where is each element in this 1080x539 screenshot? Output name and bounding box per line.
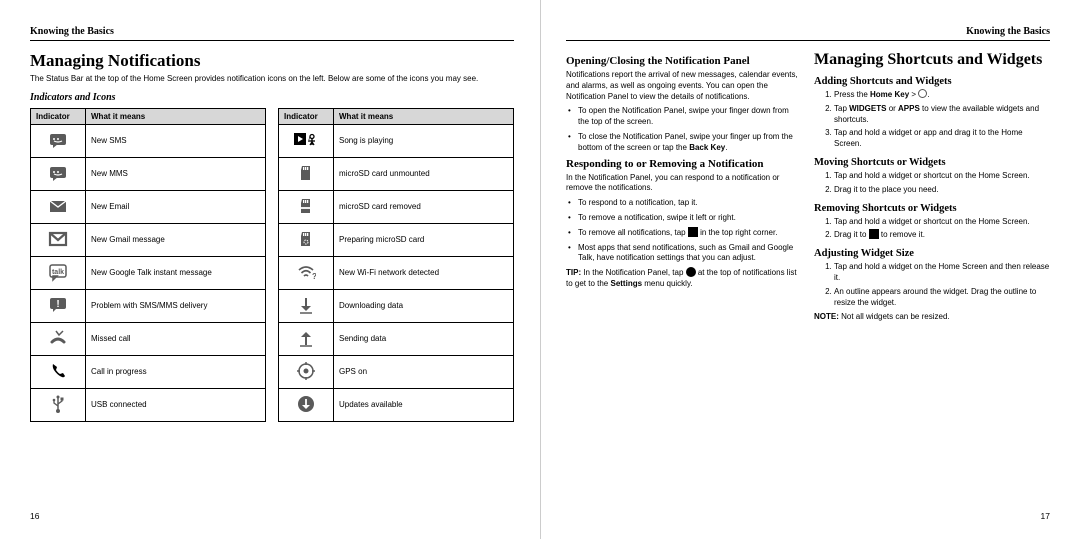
cell: New Google Talk instant message	[86, 257, 266, 290]
sms-icon	[48, 130, 68, 150]
clear-all-icon	[688, 227, 698, 237]
heading-widget-size: Adjusting Widget Size	[814, 248, 1050, 259]
indicator-table-2: Indicator What it means Song is playing …	[278, 108, 514, 422]
cell: Missed call	[86, 323, 266, 356]
indicator-table-1: Indicator What it means New SMS New MMS …	[30, 108, 266, 422]
cell: New SMS	[86, 125, 266, 158]
cell: New Gmail message	[86, 224, 266, 257]
running-head-right: Knowing the Basics	[566, 26, 1050, 41]
steps-adding: Press the Home Key > . Tap WIDGETS or AP…	[814, 90, 1050, 150]
steps-removing: Tap and hold a widget or shortcut on the…	[814, 217, 1050, 242]
trash-target-icon	[869, 229, 879, 239]
talk-icon	[48, 262, 68, 282]
settings-shortcut-icon	[686, 267, 696, 277]
problem-sms-icon	[48, 295, 68, 315]
page-number-17: 17	[1041, 511, 1050, 521]
mms-icon	[48, 163, 68, 183]
step: Tap and hold a widget or shortcut on the…	[834, 171, 1050, 182]
th-meaning: What it means	[86, 109, 266, 125]
list-item: To remove a notification, swipe it left …	[578, 213, 802, 224]
email-icon	[48, 196, 68, 216]
list-resp: To respond to a notification, tap it. To…	[566, 198, 802, 264]
cell: New Email	[86, 191, 266, 224]
th-indicator: Indicator	[31, 109, 86, 125]
list-item: Most apps that send notifications, such …	[578, 243, 802, 265]
call-icon	[48, 361, 68, 381]
page-16: Knowing the Basics Managing Notification…	[0, 0, 540, 539]
heading-adding: Adding Shortcuts and Widgets	[814, 76, 1050, 87]
upload-icon	[296, 328, 316, 348]
heading-responding: Responding to or Removing a Notification	[566, 158, 802, 170]
usb-icon	[48, 394, 68, 414]
gps-icon	[296, 361, 316, 381]
list-item: To remove all notifications, tap in the …	[578, 228, 802, 239]
heading-moving: Moving Shortcuts or Widgets	[814, 157, 1050, 168]
step: Drag it to the place you need.	[834, 185, 1050, 196]
cell: Sending data	[334, 323, 514, 356]
sd-prep-icon	[296, 229, 316, 249]
running-head-left: Knowing the Basics	[30, 26, 514, 41]
play-icon	[294, 130, 318, 150]
sd-removed-icon	[296, 196, 316, 216]
cell: Downloading data	[334, 290, 514, 323]
note-paragraph: NOTE: Not all widgets can be resized.	[814, 312, 1050, 323]
steps-moving: Tap and hold a widget or shortcut on the…	[814, 171, 1050, 196]
step: Tap and hold a widget or shortcut on the…	[834, 217, 1050, 228]
cell: microSD card unmounted	[334, 158, 514, 191]
step: Tap and hold a widget or app and drag it…	[834, 128, 1050, 150]
cell: Updates available	[334, 389, 514, 422]
update-icon	[296, 394, 316, 414]
step: Tap WIDGETS or APPS to view the availabl…	[834, 104, 1050, 126]
list-item: To respond to a notification, tap it.	[578, 198, 802, 209]
cell: New Wi-Fi network detected	[334, 257, 514, 290]
step: Press the Home Key > .	[834, 90, 1050, 101]
page-number-16: 16	[30, 511, 39, 521]
heading-managing-shortcuts: Managing Shortcuts and Widgets	[814, 51, 1050, 69]
heading-open-close-panel: Opening/Closing the Notification Panel	[566, 55, 802, 67]
step: Drag it to to remove it.	[834, 230, 1050, 241]
cell: USB connected	[86, 389, 266, 422]
cell: Problem with SMS/MMS delivery	[86, 290, 266, 323]
download-icon	[296, 295, 316, 315]
cell: GPS on	[334, 356, 514, 389]
th-meaning: What it means	[334, 109, 514, 125]
cell: Call in progress	[86, 356, 266, 389]
sd-unmount-icon	[296, 163, 316, 183]
tip-paragraph: TIP: In the Notification Panel, tap at t…	[566, 268, 802, 290]
list-item: To close the Notification Panel, swipe y…	[578, 132, 802, 154]
cell: Preparing microSD card	[334, 224, 514, 257]
heading-removing: Removing Shortcuts or Widgets	[814, 203, 1050, 214]
intro-text: The Status Bar at the top of the Home Sc…	[30, 74, 514, 84]
gmail-icon	[48, 229, 68, 249]
step: Tap and hold a widget on the Home Screen…	[834, 262, 1050, 284]
list-open: To open the Notification Panel, swipe yo…	[566, 106, 802, 153]
step: An outline appears around the widget. Dr…	[834, 287, 1050, 309]
para-resp: In the Notification Panel, you can respo…	[566, 173, 802, 195]
missed-call-icon	[48, 328, 68, 348]
heading-managing-notifications: Managing Notifications	[30, 51, 514, 71]
cell: microSD card removed	[334, 191, 514, 224]
page-17: Knowing the Basics Opening/Closing the N…	[540, 0, 1080, 539]
cell: Song is playing	[334, 125, 514, 158]
apps-grid-icon	[918, 89, 927, 98]
cell: New MMS	[86, 158, 266, 191]
wifi-icon	[296, 262, 316, 282]
para-open: Notifications report the arrival of new …	[566, 70, 802, 102]
list-item: To open the Notification Panel, swipe yo…	[578, 106, 802, 128]
th-indicator: Indicator	[279, 109, 334, 125]
steps-size: Tap and hold a widget on the Home Screen…	[814, 262, 1050, 308]
heading-indicators-icons: Indicators and Icons	[30, 92, 514, 103]
